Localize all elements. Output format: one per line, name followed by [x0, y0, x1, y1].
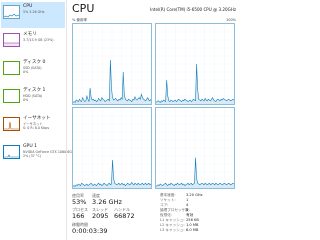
cpu-model-name: Intel(R) Core(TM) i5-6500 CPU @ 3.20GHz [150, 7, 236, 12]
sidebar-item-cpu[interactable]: CPU 5% 3.26 GHz [1, 2, 65, 28]
ethernet-thumbnail-graph [3, 117, 20, 131]
sidebar-item-title: イーサネット [23, 116, 51, 121]
sidebar-item-ethernet[interactable]: イーサネット イーサネット S: 0 R: 8.0 Kbps [1, 114, 65, 140]
speed-value: 3.26 GHz [92, 198, 122, 206]
cpu-stats-panel: 使用率 速度 53% 3.26 GHz プロセス スレッド ハンドル 166 2… [72, 193, 162, 238]
sidebar-item-gpu-1[interactable]: GPU 1 NVIDIA GeForce GTX 1060 6GB 2% (37… [1, 142, 74, 168]
disk-0-thumbnail-graph [3, 61, 20, 75]
detail-value: 6.0 MB [186, 228, 199, 232]
sidebar-item-subtitle: 3.7/15.9 GB (23%) [23, 38, 54, 42]
logical-processor-graph [72, 107, 152, 189]
max-percent-label: 100% [225, 18, 236, 22]
sidebar: CPU 5% 3.26 GHz メモリ 3.7/15.9 GB (23%) ディ… [0, 0, 74, 240]
usage-value: 53% [72, 198, 87, 206]
sidebar-item-value: 0% [23, 70, 29, 74]
processes-value: 166 [72, 212, 85, 220]
sidebar-item-title: ディスク 0 [23, 60, 46, 65]
cpu-thumbnail-graph [3, 5, 20, 19]
sidebar-item-subtitle: 5% 3.26 GHz [23, 10, 45, 14]
detail-value: 1.0 MB [186, 223, 199, 227]
sidebar-item-title: CPU [23, 4, 33, 9]
detail-value: 4 [186, 203, 189, 207]
page-title: CPU [72, 2, 95, 15]
detail-value: 256 KB [186, 218, 199, 222]
logical-processor-graph [155, 107, 235, 189]
sidebar-item-title: ディスク 1 [23, 88, 46, 93]
gpu-thumbnail-graph [3, 145, 20, 159]
detail-value: 4 [186, 208, 189, 212]
sidebar-item-value: 0% [23, 98, 29, 102]
logical-processor-graph [155, 23, 235, 105]
sidebar-item-value: S: 0 R: 8.0 Kbps [23, 126, 50, 130]
handles-value: 66872 [114, 212, 135, 220]
threads-value: 2095 [92, 212, 109, 220]
sidebar-item-disk-1[interactable]: ディスク 1 HDD (SATA) 0% [1, 86, 65, 112]
detail-value: 1 [186, 198, 189, 202]
sidebar-item-memory[interactable]: メモリ 3.7/15.9 GB (23%) [1, 30, 65, 56]
disk-1-thumbnail-graph [3, 89, 20, 103]
sidebar-item-title: メモリ [23, 32, 37, 37]
uptime-value: 0:00:03:39 [72, 227, 108, 235]
logical-processor-graph [72, 23, 152, 105]
cpu-graphs-grid [72, 23, 235, 189]
memory-thumbnail-graph [3, 33, 20, 47]
sidebar-item-disk-0[interactable]: ディスク 0 SSD (SATA) 0% [1, 58, 65, 84]
sidebar-item-value: 2% (37 °C) [23, 154, 42, 158]
sidebar-item-title: GPU 1 [23, 144, 38, 149]
detail-value: 3.20 GHz [186, 193, 203, 197]
detail-key: L3 キャッシュ: [160, 228, 185, 232]
